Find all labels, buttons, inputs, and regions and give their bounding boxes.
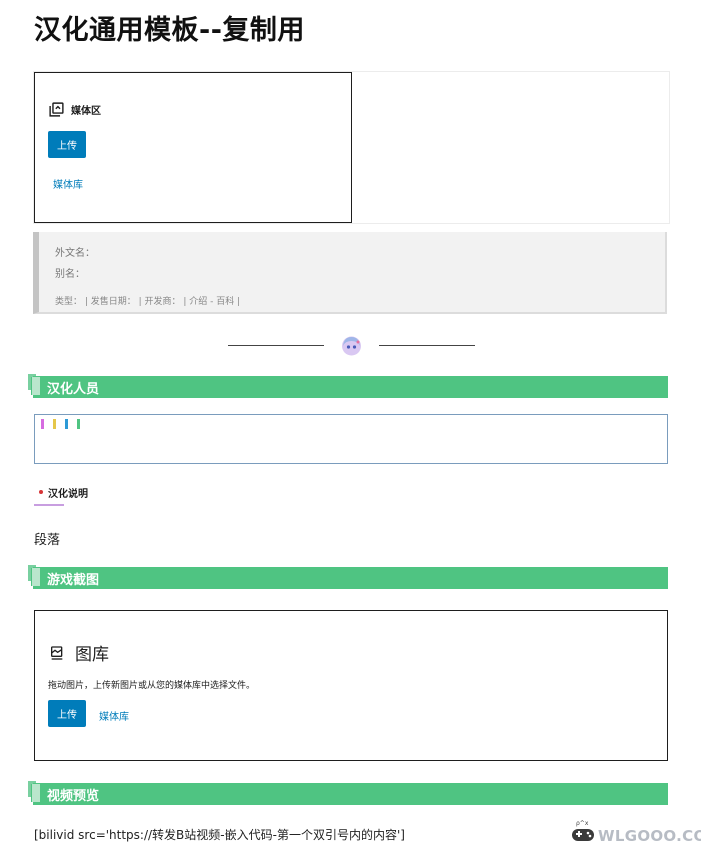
- staff-tick: [41, 419, 44, 429]
- section-header-screenshots: 游戏截图: [28, 565, 669, 590]
- foreign-name-label: 外文名：: [55, 248, 95, 259]
- gallery-description: 拖动图片，上传新图片或从您的媒体库中选择文件。: [48, 681, 256, 691]
- gallery-title: 图库: [75, 645, 109, 665]
- gallery-upload-button[interactable]: 上传: [48, 700, 86, 727]
- media-library-link[interactable]: 媒体库: [53, 176, 83, 191]
- section-title: 视频预览: [47, 789, 100, 804]
- section-cap-inner: [31, 568, 40, 586]
- media-label: 媒体区: [71, 106, 101, 117]
- separator-line-left: [228, 345, 324, 346]
- section-bar: [33, 783, 668, 805]
- paragraph-block[interactable]: 段落: [34, 529, 60, 548]
- section-header-video: 视频预览: [28, 781, 669, 806]
- staff-tick: [53, 419, 56, 429]
- svg-text:ρ^x: ρ^x: [576, 820, 589, 827]
- bilibili-shortcode[interactable]: [bilivid src='https://转发B站视频-嵌入代码-第一个双引号…: [34, 826, 405, 843]
- page-title: 汉化通用模板--复制用: [34, 15, 305, 46]
- section-cap-inner: [31, 784, 40, 802]
- note-title: 汉化说明: [48, 489, 88, 500]
- gallery-placeholder[interactable]: 图库 拖动图片，上传新图片或从您的媒体库中选择文件。 上传 媒体库: [34, 610, 668, 761]
- separator-line-right: [379, 345, 475, 346]
- section-cap-inner: [31, 377, 40, 395]
- anime-avatar-icon: [342, 336, 361, 356]
- section-header-staff: 汉化人员: [28, 374, 669, 399]
- section-title: 汉化人员: [47, 382, 100, 397]
- media-placeholder[interactable]: 媒体区 上传 媒体库: [34, 72, 352, 223]
- section-bar: [33, 567, 668, 589]
- section-title: 游戏截图: [47, 573, 100, 588]
- alias-label: 别名：: [55, 269, 85, 280]
- watermark-text: WLGOOO.COM: [598, 827, 701, 845]
- meta-line: 类型： | 发售日期： | 开发商： | 介绍 - 百科 |: [55, 297, 241, 307]
- staff-tick: [65, 419, 68, 429]
- gallery-icon: [51, 645, 63, 660]
- gallery-library-link[interactable]: 媒体库: [99, 708, 129, 723]
- gallery-header: 图库: [49, 640, 109, 665]
- media-upload-button[interactable]: 上传: [48, 131, 86, 158]
- media-text-block: 媒体区 上传 媒体库: [33, 71, 670, 224]
- staff-box[interactable]: [34, 414, 668, 464]
- gamepad-icon: ρ^x: [572, 820, 594, 841]
- game-info-box: 外文名： 别名： 类型： | 发售日期： | 开发商： | 介绍 - 百科 |: [33, 232, 667, 314]
- media-icon: [49, 102, 64, 117]
- watermark: ρ^x WLGOOO.COM: [570, 813, 701, 847]
- media-header: 媒体区: [48, 101, 101, 118]
- bullet-dot: [39, 490, 43, 494]
- note-underline: [34, 504, 64, 506]
- section-bar: [33, 376, 668, 398]
- staff-tick: [77, 419, 80, 429]
